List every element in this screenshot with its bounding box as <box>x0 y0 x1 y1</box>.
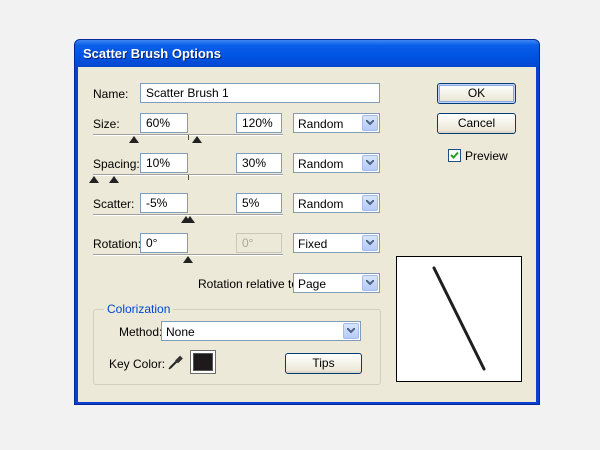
rotation-mode-value: Fixed <box>298 237 328 251</box>
spacing-min-input[interactable]: 10% <box>140 153 188 173</box>
check-icon <box>450 151 459 159</box>
window-title: Scatter Brush Options <box>83 46 221 61</box>
scatter-max-slider-handle[interactable] <box>185 216 195 223</box>
spacing-min-slider-handle[interactable] <box>89 176 99 183</box>
chevron-down-icon[interactable] <box>362 155 378 171</box>
key-color-label: Key Color: <box>109 357 166 371</box>
size-mode-value: Random <box>298 117 344 131</box>
size-max-input[interactable]: 120% <box>236 113 282 133</box>
chevron-down-icon[interactable] <box>362 275 378 291</box>
spacing-slider-tick <box>188 175 189 180</box>
title-bar[interactable]: Scatter Brush Options <box>75 40 539 67</box>
size-slider-tick <box>188 135 189 140</box>
scatter-label: Scatter: <box>93 197 135 211</box>
method-label: Method: <box>119 325 163 339</box>
size-mode-select[interactable]: Random <box>293 113 380 133</box>
eyedropper-icon[interactable] <box>167 353 185 371</box>
size-label: Size: <box>93 117 120 131</box>
chevron-down-icon[interactable] <box>362 235 378 251</box>
rotation-max-input: 0° <box>236 233 282 253</box>
rotation-min-input[interactable]: 0° <box>140 233 188 253</box>
scatter-mode-value: Random <box>298 197 344 211</box>
brush-stroke-preview <box>432 266 486 371</box>
ok-button[interactable]: OK <box>437 83 516 104</box>
rotation-relative-value: Page <box>298 277 327 291</box>
size-min-input[interactable]: 60% <box>140 113 188 133</box>
method-value: None <box>166 325 195 339</box>
name-input[interactable]: Scatter Brush 1 <box>140 83 380 103</box>
preview-checkbox[interactable] <box>448 149 461 162</box>
spacing-mode-value: Random <box>298 157 344 171</box>
spacing-max-input[interactable]: 30% <box>236 153 282 173</box>
scatter-max-input[interactable]: 5% <box>236 193 282 213</box>
brush-preview <box>396 256 522 382</box>
spacing-mode-select[interactable]: Random <box>293 153 380 173</box>
size-min-slider-handle[interactable] <box>129 136 139 143</box>
size-max-slider-handle[interactable] <box>192 136 202 143</box>
key-color-swatch[interactable] <box>190 350 216 374</box>
rotation-slider-handle[interactable] <box>183 256 193 263</box>
scatter-mode-select[interactable]: Random <box>293 193 380 213</box>
method-select[interactable]: None <box>161 321 361 341</box>
spacing-label: Spacing: <box>93 157 140 171</box>
name-label: Name: <box>93 87 129 101</box>
rotation-relative-label: Rotation relative to: <box>198 277 302 291</box>
rotation-relative-select[interactable]: Page <box>293 273 380 293</box>
chevron-down-icon[interactable] <box>362 115 378 131</box>
rotation-mode-select[interactable]: Fixed <box>293 233 380 253</box>
preview-label: Preview <box>465 149 508 163</box>
scatter-brush-options-dialog: Scatter Brush Options Name: Scatter Brus… <box>74 39 540 405</box>
chevron-down-icon[interactable] <box>343 323 359 339</box>
dialog-content: Name: Scatter Brush 1 Size: 60% 120% Ran… <box>78 67 536 402</box>
tips-button[interactable]: Tips <box>285 353 362 374</box>
cancel-button[interactable]: Cancel <box>437 113 516 134</box>
scatter-min-input[interactable]: -5% <box>140 193 188 213</box>
spacing-max-slider-handle[interactable] <box>109 176 119 183</box>
rotation-label: Rotation: <box>93 237 142 251</box>
colorization-title: Colorization <box>104 302 174 316</box>
chevron-down-icon[interactable] <box>362 195 378 211</box>
